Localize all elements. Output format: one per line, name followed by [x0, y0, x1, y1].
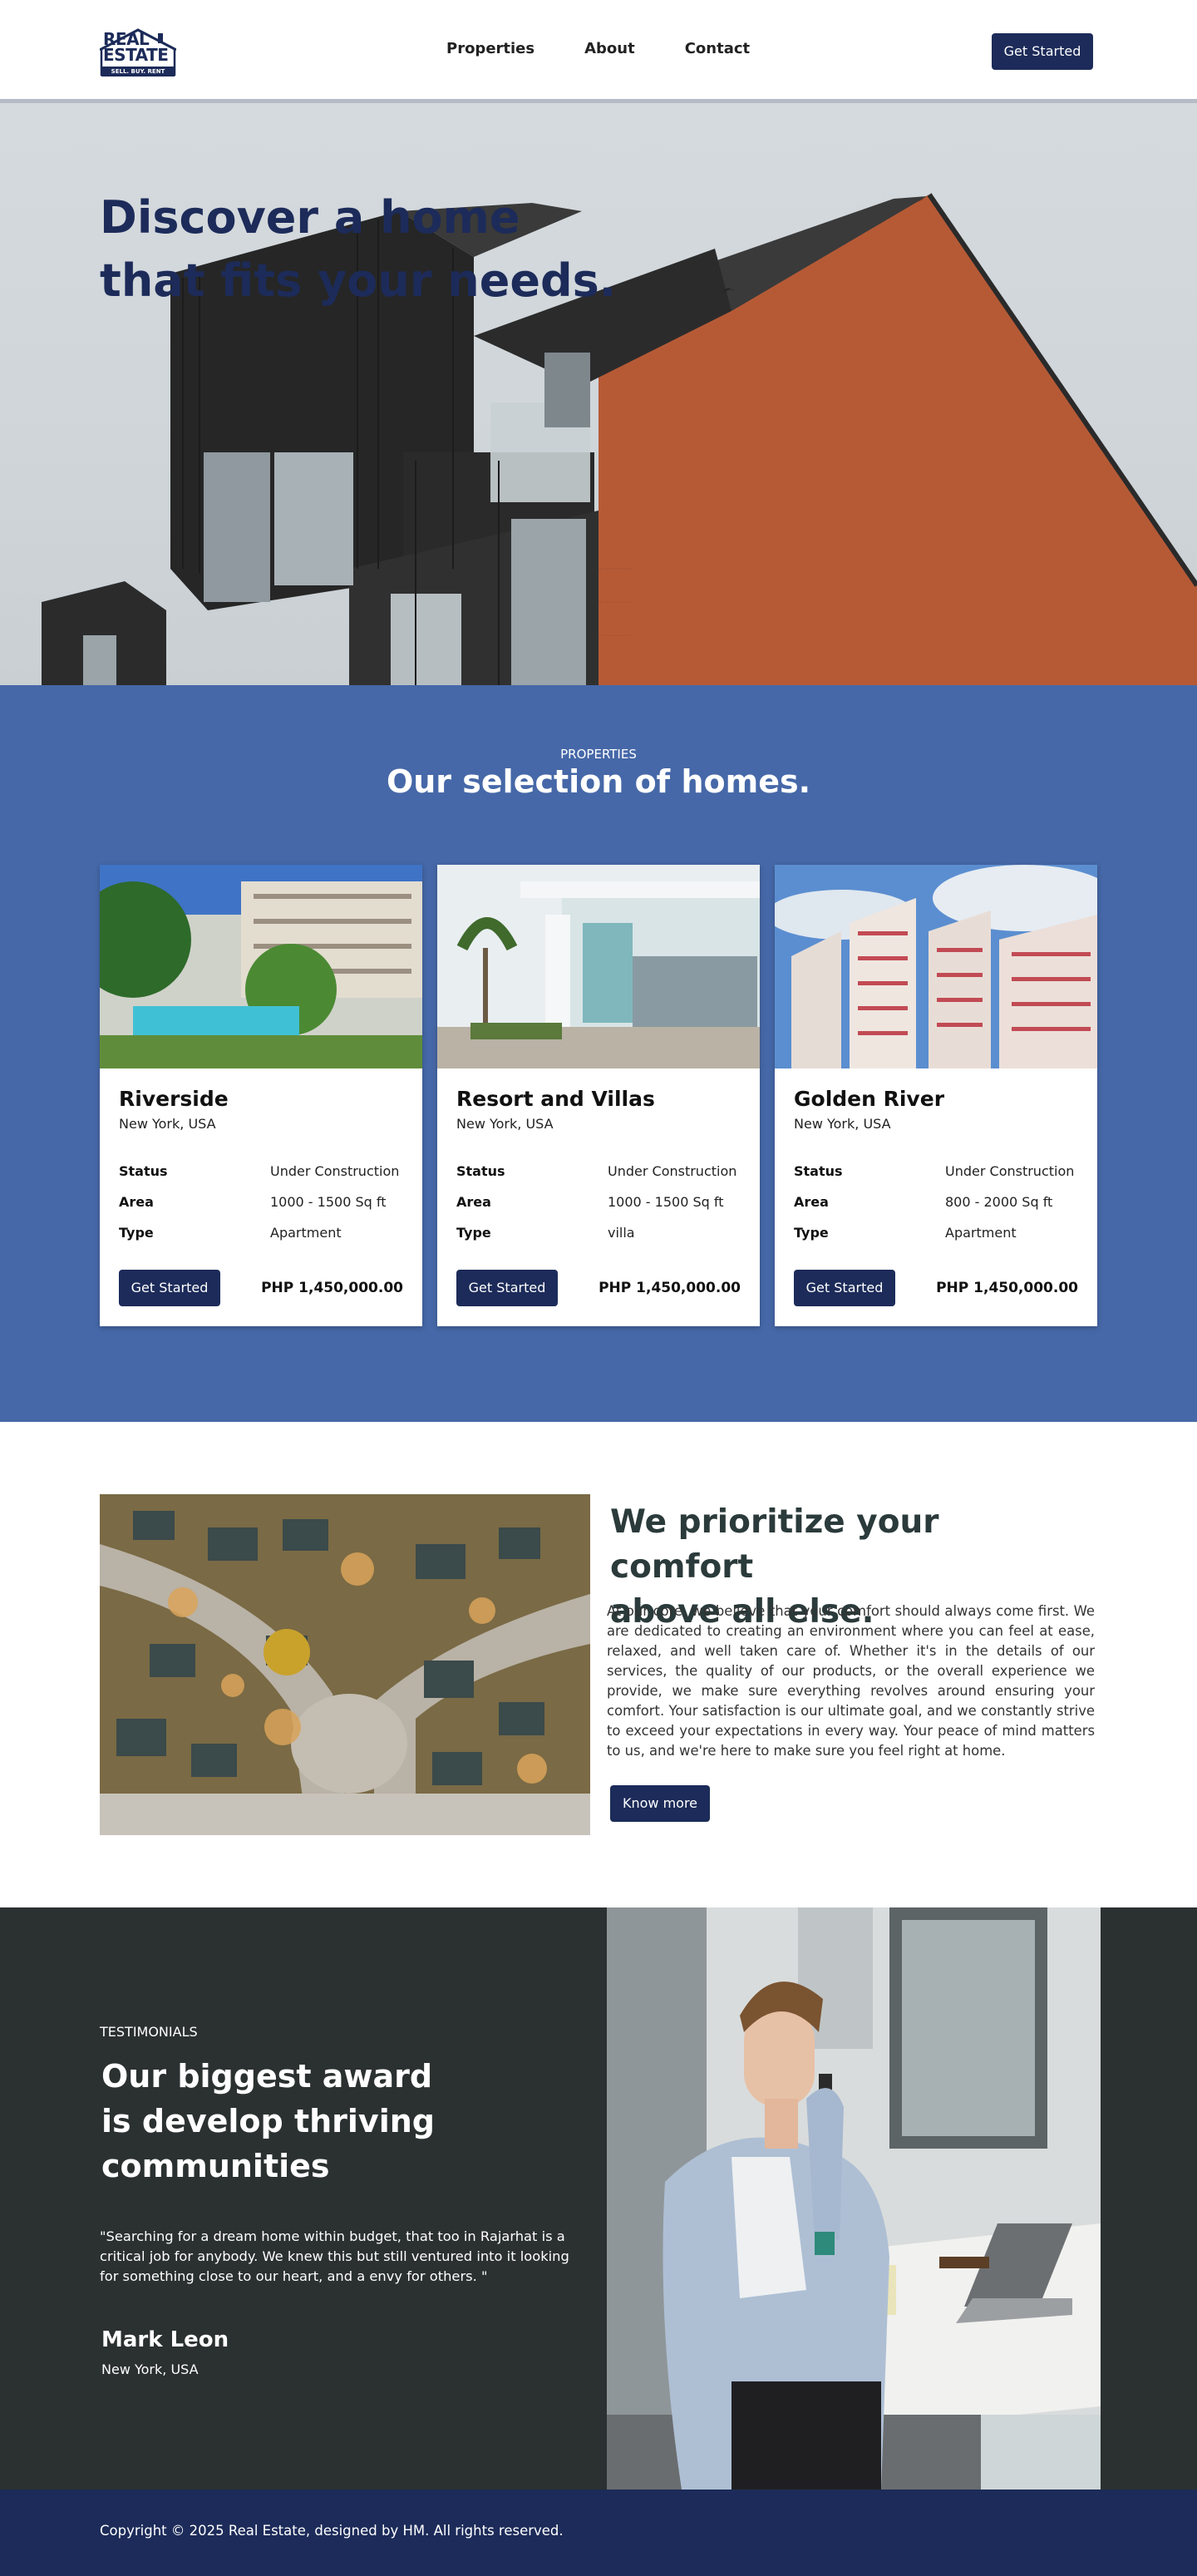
testimonials-title-line2: is develop thriving	[101, 2103, 435, 2139]
spec-label: Status	[119, 1163, 168, 1179]
property-name: Resort and Villas	[456, 1087, 655, 1111]
comfort-title-line1: We prioritize your comfort	[610, 1503, 939, 1586]
hero-section: Discover a home that fits your needs.	[0, 103, 1197, 685]
spec-label: Type	[794, 1225, 829, 1241]
property-price: PHP 1,450,000.00	[598, 1280, 741, 1296]
properties-eyebrow: PROPERTIES	[560, 747, 637, 762]
card-get-started-button[interactable]: Get Started	[119, 1270, 220, 1306]
spec-label: Area	[794, 1194, 829, 1210]
spec-label: Type	[119, 1225, 154, 1241]
nav-link-properties[interactable]: Properties	[446, 40, 534, 57]
spec-value: 800 - 2000 Sq ft	[945, 1194, 1053, 1210]
get-started-button[interactable]: Get Started	[992, 33, 1093, 70]
testimonial-location: New York, USA	[101, 2361, 199, 2377]
copyright-text: Copyright © 2025 Real Estate, designed b…	[100, 2523, 564, 2539]
nav-link-about[interactable]: About	[584, 40, 635, 57]
spec-label: Area	[456, 1194, 491, 1210]
hero-title: Discover a home that fits your needs.	[100, 186, 616, 313]
testimonial-quote: "Searching for a dream home within budge…	[100, 2228, 569, 2284]
testimonials-section: TESTIMONIALS Our biggest award is develo…	[0, 1907, 1197, 2490]
comfort-paragraph: At our core, we believe that your comfor…	[607, 1603, 1095, 1759]
property-image	[100, 865, 422, 1068]
properties-section: PROPERTIES Our selection of homes. River…	[0, 685, 1197, 1422]
spec-value: Apartment	[945, 1225, 1017, 1241]
logo-text: REAL ESTATE	[103, 31, 169, 65]
spec-value: villa	[608, 1225, 635, 1241]
nav-links: Properties About Contact	[446, 40, 750, 57]
know-more-button[interactable]: Know more	[610, 1785, 710, 1822]
testimonials-eyebrow: TESTIMONIALS	[100, 2024, 198, 2040]
spec-value: 1000 - 1500 Sq ft	[270, 1194, 387, 1210]
property-card-golden-river[interactable]: Golden River New York, USA Status Under C…	[775, 865, 1097, 1326]
comfort-section: We prioritize your comfort above all els…	[0, 1422, 1197, 1907]
testimonials-title-line1: Our biggest award	[101, 2058, 433, 2095]
property-card-riverside[interactable]: Riverside New York, USA Status Under Cons…	[100, 865, 422, 1326]
property-card-resort-and-villas[interactable]: Resort and Villas New York, USA Status Un…	[437, 865, 760, 1326]
testimonials-title: Our biggest award is develop thriving co…	[101, 2054, 451, 2189]
property-name: Golden River	[794, 1087, 945, 1111]
card-get-started-button[interactable]: Get Started	[794, 1270, 895, 1306]
spec-label: Area	[119, 1194, 154, 1210]
card-body: Riverside New York, USA Status Under Cons…	[100, 1068, 422, 1326]
testimonial-author: Mark Leon	[101, 2327, 229, 2352]
testimonial-photo	[607, 1907, 1101, 2490]
spec-label: Status	[794, 1163, 843, 1179]
spec-value: Under Construction	[608, 1163, 737, 1179]
property-image	[437, 865, 760, 1068]
card-body: Resort and Villas New York, USA Status Un…	[437, 1068, 760, 1326]
property-price: PHP 1,450,000.00	[261, 1280, 403, 1296]
card-get-started-button[interactable]: Get Started	[456, 1270, 558, 1306]
spec-value: Apartment	[270, 1225, 342, 1241]
hero-title-line1: Discover a home	[100, 191, 520, 244]
property-price: PHP 1,450,000.00	[936, 1280, 1078, 1296]
spec-value: Under Construction	[945, 1163, 1075, 1179]
property-name: Riverside	[119, 1087, 229, 1111]
spec-value: 1000 - 1500 Sq ft	[608, 1194, 724, 1210]
spec-label: Status	[456, 1163, 505, 1179]
property-location: New York, USA	[456, 1116, 554, 1132]
property-location: New York, USA	[119, 1116, 216, 1132]
logo-tagline: SELL. BUY. RENT	[101, 67, 175, 76]
testimonials-title-line3: communities	[101, 2148, 330, 2184]
nav-link-contact[interactable]: Contact	[685, 40, 750, 57]
hero-title-line2: that fits your needs.	[100, 254, 617, 307]
card-body: Golden River New York, USA Status Under C…	[775, 1068, 1097, 1326]
footer: Copyright © 2025 Real Estate, designed b…	[0, 2490, 1197, 2576]
property-image	[775, 865, 1097, 1068]
spec-label: Type	[456, 1225, 491, 1241]
properties-title: Our selection of homes.	[386, 763, 811, 800]
logo[interactable]: REAL ESTATE SELL. BUY. RENT	[100, 25, 176, 78]
property-location: New York, USA	[794, 1116, 891, 1132]
top-nav: REAL ESTATE SELL. BUY. RENT Properties A…	[0, 0, 1197, 103]
spec-value: Under Construction	[270, 1163, 400, 1179]
logo-line2: ESTATE	[103, 45, 169, 65]
aerial-neighborhood-image	[100, 1494, 590, 1835]
